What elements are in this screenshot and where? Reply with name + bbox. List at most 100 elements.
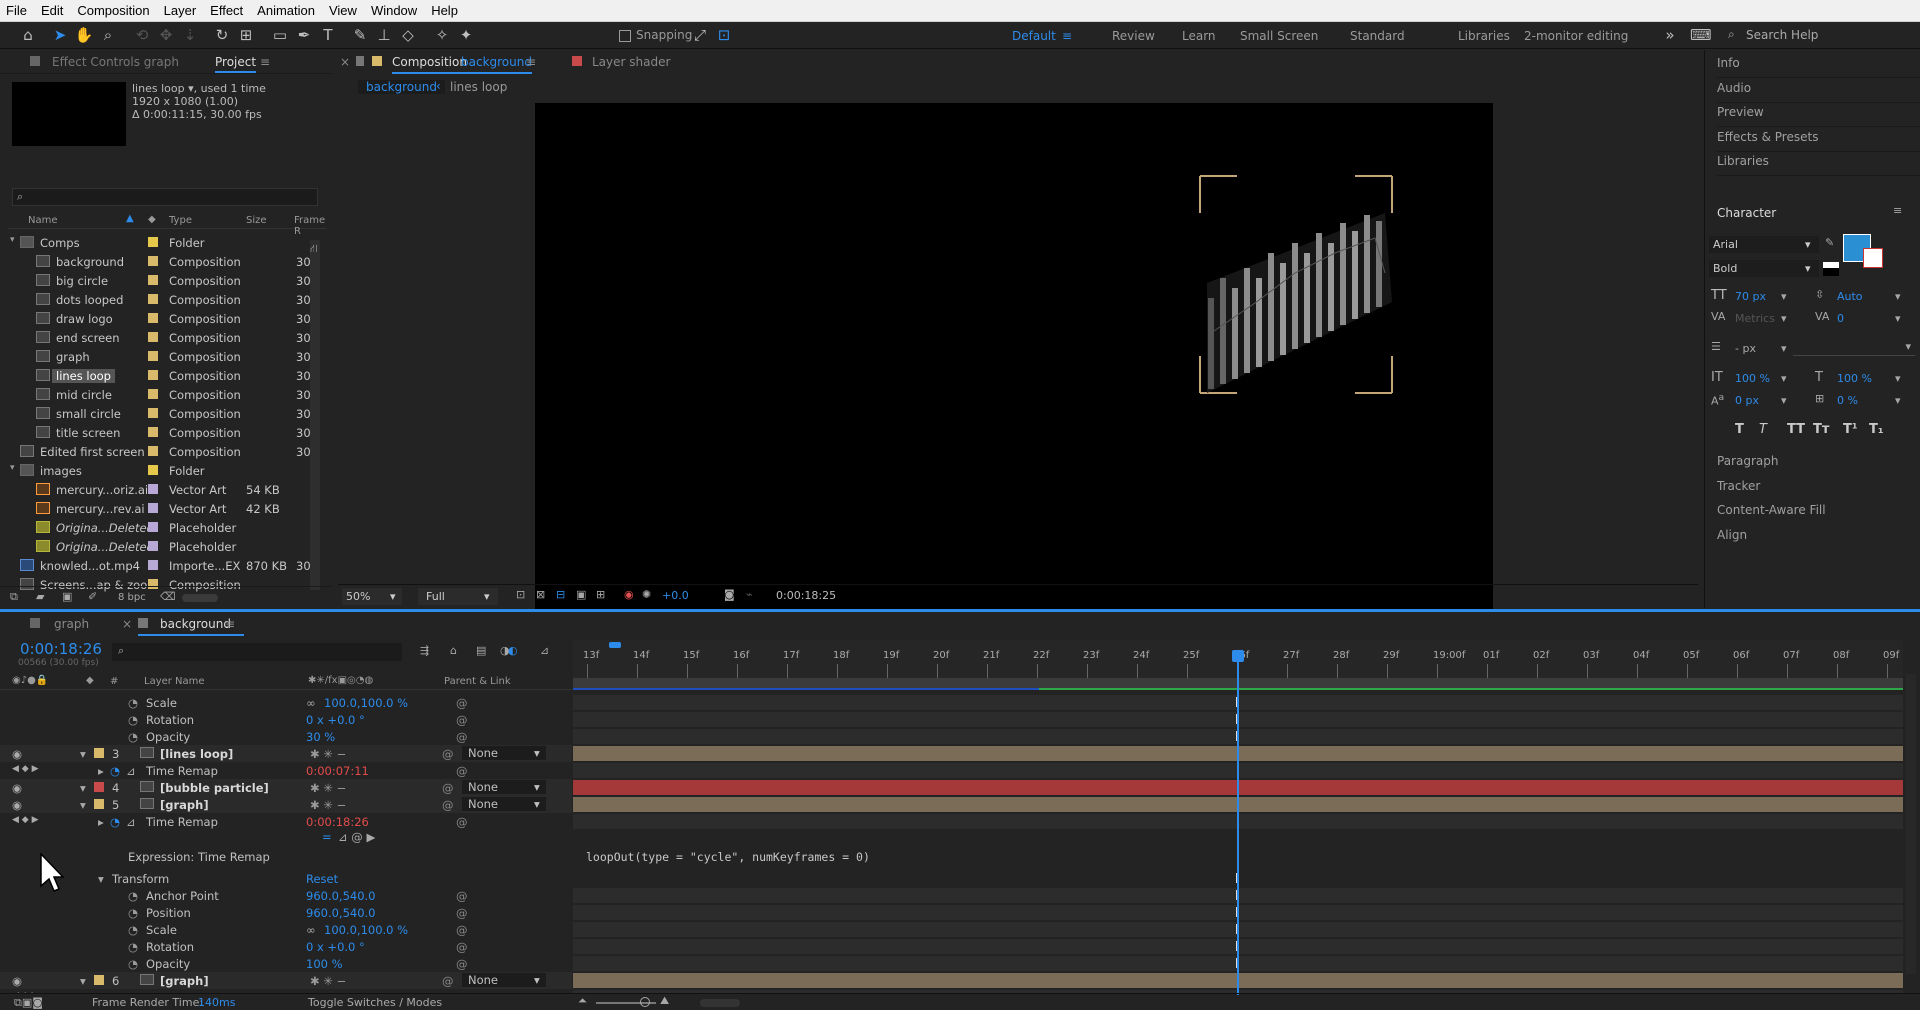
stopwatch-icon[interactable]: ◔ xyxy=(110,815,120,829)
transparency-grid-icon[interactable]: ⊠ xyxy=(536,588,545,601)
chevron-down-icon[interactable]: ▾ xyxy=(1781,290,1787,303)
pen-tool-icon[interactable]: ✒ xyxy=(294,25,314,45)
label-swatch[interactable] xyxy=(148,503,158,513)
flowchart-icon[interactable]: ⛙ xyxy=(310,242,318,257)
expression-code[interactable]: loopOut(type = "cycle", numKeyframes = 0… xyxy=(586,850,870,864)
show-snapshot-icon[interactable]: ⌁ xyxy=(746,588,753,601)
chevron-down-icon[interactable]: ▾ xyxy=(1895,394,1901,407)
workspace-menu-icon[interactable]: ≡ xyxy=(1062,29,1072,43)
pickwhip-icon[interactable]: @ xyxy=(442,781,454,795)
property-row[interactable]: ◔ Rotation 0 x +0.0 ° @ xyxy=(0,938,1903,955)
label-swatch[interactable] xyxy=(94,748,104,758)
chevron-down-icon[interactable]: ▾ xyxy=(1895,312,1901,325)
stopwatch-icon[interactable]: ◔ xyxy=(128,713,138,727)
color-management-icon[interactable]: ✺ xyxy=(642,588,651,601)
layer-name[interactable]: [lines loop] xyxy=(160,747,233,761)
exposure-value[interactable]: +0.0 xyxy=(662,589,689,602)
leading-value[interactable]: Auto xyxy=(1837,290,1863,303)
visibility-eye-icon[interactable]: ◉ xyxy=(12,747,22,761)
crumb-background[interactable]: background xyxy=(358,80,445,94)
layer-switches-icon[interactable]: ✱ ✳ − xyxy=(310,781,346,795)
brush-tool-icon[interactable]: ✎ xyxy=(350,25,370,45)
parent-select[interactable]: None ▾ xyxy=(462,746,546,760)
eraser-tool-icon[interactable]: ◇ xyxy=(398,25,418,45)
menu-edit[interactable]: Edit xyxy=(41,3,63,18)
layer-switches-icon[interactable]: ✱ ✳ − xyxy=(310,974,346,988)
label-swatch[interactable] xyxy=(148,351,158,361)
orbit-tool-icon[interactable]: ⟲ xyxy=(132,25,152,45)
eyedropper-icon[interactable]: ✎ xyxy=(1825,236,1834,249)
property-row[interactable]: ◔ Rotation 0 x +0.0 ° @ xyxy=(0,711,1903,728)
pickwhip-icon[interactable]: @ xyxy=(456,940,468,954)
zoom-tool-icon[interactable]: ⌕ xyxy=(98,25,118,45)
property-row[interactable]: ◔ Position 960.0,540.0 @ xyxy=(0,904,1903,921)
stopwatch-icon[interactable]: ◔ xyxy=(128,940,138,954)
project-item[interactable]: knowled...ot.mp4 Importe...EX 870 KB 30 xyxy=(8,556,314,575)
adjust-icon[interactable]: ✐ xyxy=(88,590,97,603)
parent-select[interactable]: None ▾ xyxy=(462,973,546,987)
layer-name[interactable]: [graph] xyxy=(160,798,209,812)
property-row[interactable]: ◔ Scale ∞ 100.0,100.0 % @ xyxy=(0,921,1903,938)
col-parent[interactable]: Parent & Link xyxy=(444,676,511,687)
property-row[interactable]: ◀ ◆ ▶ ▸ ◔ ⊿ Time Remap 0:00:18:26 @ xyxy=(0,813,1903,830)
interpret-footage-icon[interactable]: ⧉ xyxy=(10,590,18,604)
property-value[interactable]: 100.0,100.0 % xyxy=(324,696,408,710)
kerning-value[interactable]: Metrics xyxy=(1735,312,1775,325)
label-swatch[interactable] xyxy=(148,427,158,437)
link-icon[interactable]: ∞ xyxy=(306,923,316,937)
expression-graph-icon[interactable]: ⊿ @ ▶ xyxy=(338,830,375,844)
puppet-pin-icon[interactable]: ✦ xyxy=(456,25,476,45)
pickwhip-icon[interactable]: @ xyxy=(456,906,468,920)
pickwhip-icon[interactable]: @ xyxy=(456,957,468,971)
new-comp-icon[interactable]: ▣ xyxy=(62,590,72,603)
stroke-type-select[interactable]: ▾ xyxy=(1793,340,1915,356)
stopwatch-icon[interactable]: ◔ xyxy=(128,923,138,937)
property-row[interactable]: = ⊿ @ ▶ xyxy=(0,830,572,844)
toggle-switches-modes[interactable]: Toggle Switches / Modes xyxy=(308,996,442,1009)
bpc-label[interactable]: 8 bpc xyxy=(118,592,146,603)
pickwhip-icon[interactable]: @ xyxy=(456,815,468,829)
chevron-down-icon[interactable]: ▾ xyxy=(1781,342,1787,355)
graph-editor-icon[interactable]: ⊿ xyxy=(540,644,549,657)
snapshot-icon[interactable]: ◙ xyxy=(724,588,735,601)
project-item[interactable]: Origina...Deleted Placeholder xyxy=(8,518,314,537)
property-value[interactable]: 0:00:18:26 xyxy=(306,815,369,829)
panel-libraries[interactable]: Libraries xyxy=(1717,154,1920,176)
roto-brush-icon[interactable]: ✧ xyxy=(432,25,452,45)
stopwatch-icon[interactable]: ◔ xyxy=(128,906,138,920)
property-value[interactable]: 0 x +0.0 ° xyxy=(306,940,365,954)
resolution-select[interactable]: Full ▾ xyxy=(418,588,498,605)
toggle-switches-icon[interactable]: ⧉▣◙ xyxy=(14,996,43,1010)
chevron-down-icon[interactable]: ▾ xyxy=(1781,312,1787,325)
layer-tab[interactable]: Layer shader xyxy=(592,55,670,69)
timeline-timecode[interactable]: 0:00:18:26 xyxy=(20,640,102,658)
visibility-eye-icon[interactable]: ◉ xyxy=(12,798,22,812)
layer-row[interactable]: ◉ ▾ 4 [bubble particle] ✱ ✳ − @ None ▾ xyxy=(0,779,1903,796)
link-icon[interactable]: ∞ xyxy=(306,696,316,710)
workspace-small-screen[interactable]: Small Screen xyxy=(1240,29,1318,43)
parent-select[interactable]: None ▾ xyxy=(462,797,546,811)
keyframe-nav-icon[interactable]: ◀ ◆ ▶ xyxy=(12,815,39,825)
property-row[interactable]: ▾ Transform Reset xyxy=(0,870,1239,887)
label-swatch[interactable] xyxy=(148,560,158,570)
dropdown-icon[interactable]: ▾ xyxy=(185,82,194,95)
property-row[interactable]: ◔ Scale ∞ 100.0,100.0 % @ xyxy=(0,694,1903,711)
clone-stamp-icon[interactable]: ⊥ xyxy=(374,25,394,45)
project-item[interactable]: dots looped Composition 30 xyxy=(8,290,314,309)
property-value[interactable]: 30 % xyxy=(306,730,335,744)
workspace-overflow-icon[interactable]: » xyxy=(1660,25,1680,45)
superscript-icon[interactable]: T¹ xyxy=(1843,422,1858,437)
comp-mini-flowchart-icon[interactable]: ⇶ xyxy=(420,644,429,657)
pickwhip-icon[interactable]: @ xyxy=(442,798,454,812)
expand-triangle-icon[interactable]: ▾ xyxy=(80,974,86,988)
workspace-libraries[interactable]: Libraries xyxy=(1458,29,1510,43)
subscript-icon[interactable]: T₁ xyxy=(1869,422,1884,437)
region-icon[interactable]: ▣ xyxy=(576,588,586,601)
expand-triangle-icon[interactable]: ▸ xyxy=(98,815,104,829)
visibility-eye-icon[interactable]: ◉ xyxy=(12,781,22,795)
expand-triangle-icon[interactable]: ▾ xyxy=(80,798,86,812)
panel-tracker[interactable]: Tracker xyxy=(1717,479,1920,501)
pickwhip-icon[interactable]: @ xyxy=(456,923,468,937)
guides-icon[interactable]: ⊞ xyxy=(596,588,605,601)
timeline-search-input[interactable]: ⌕ xyxy=(112,643,402,661)
